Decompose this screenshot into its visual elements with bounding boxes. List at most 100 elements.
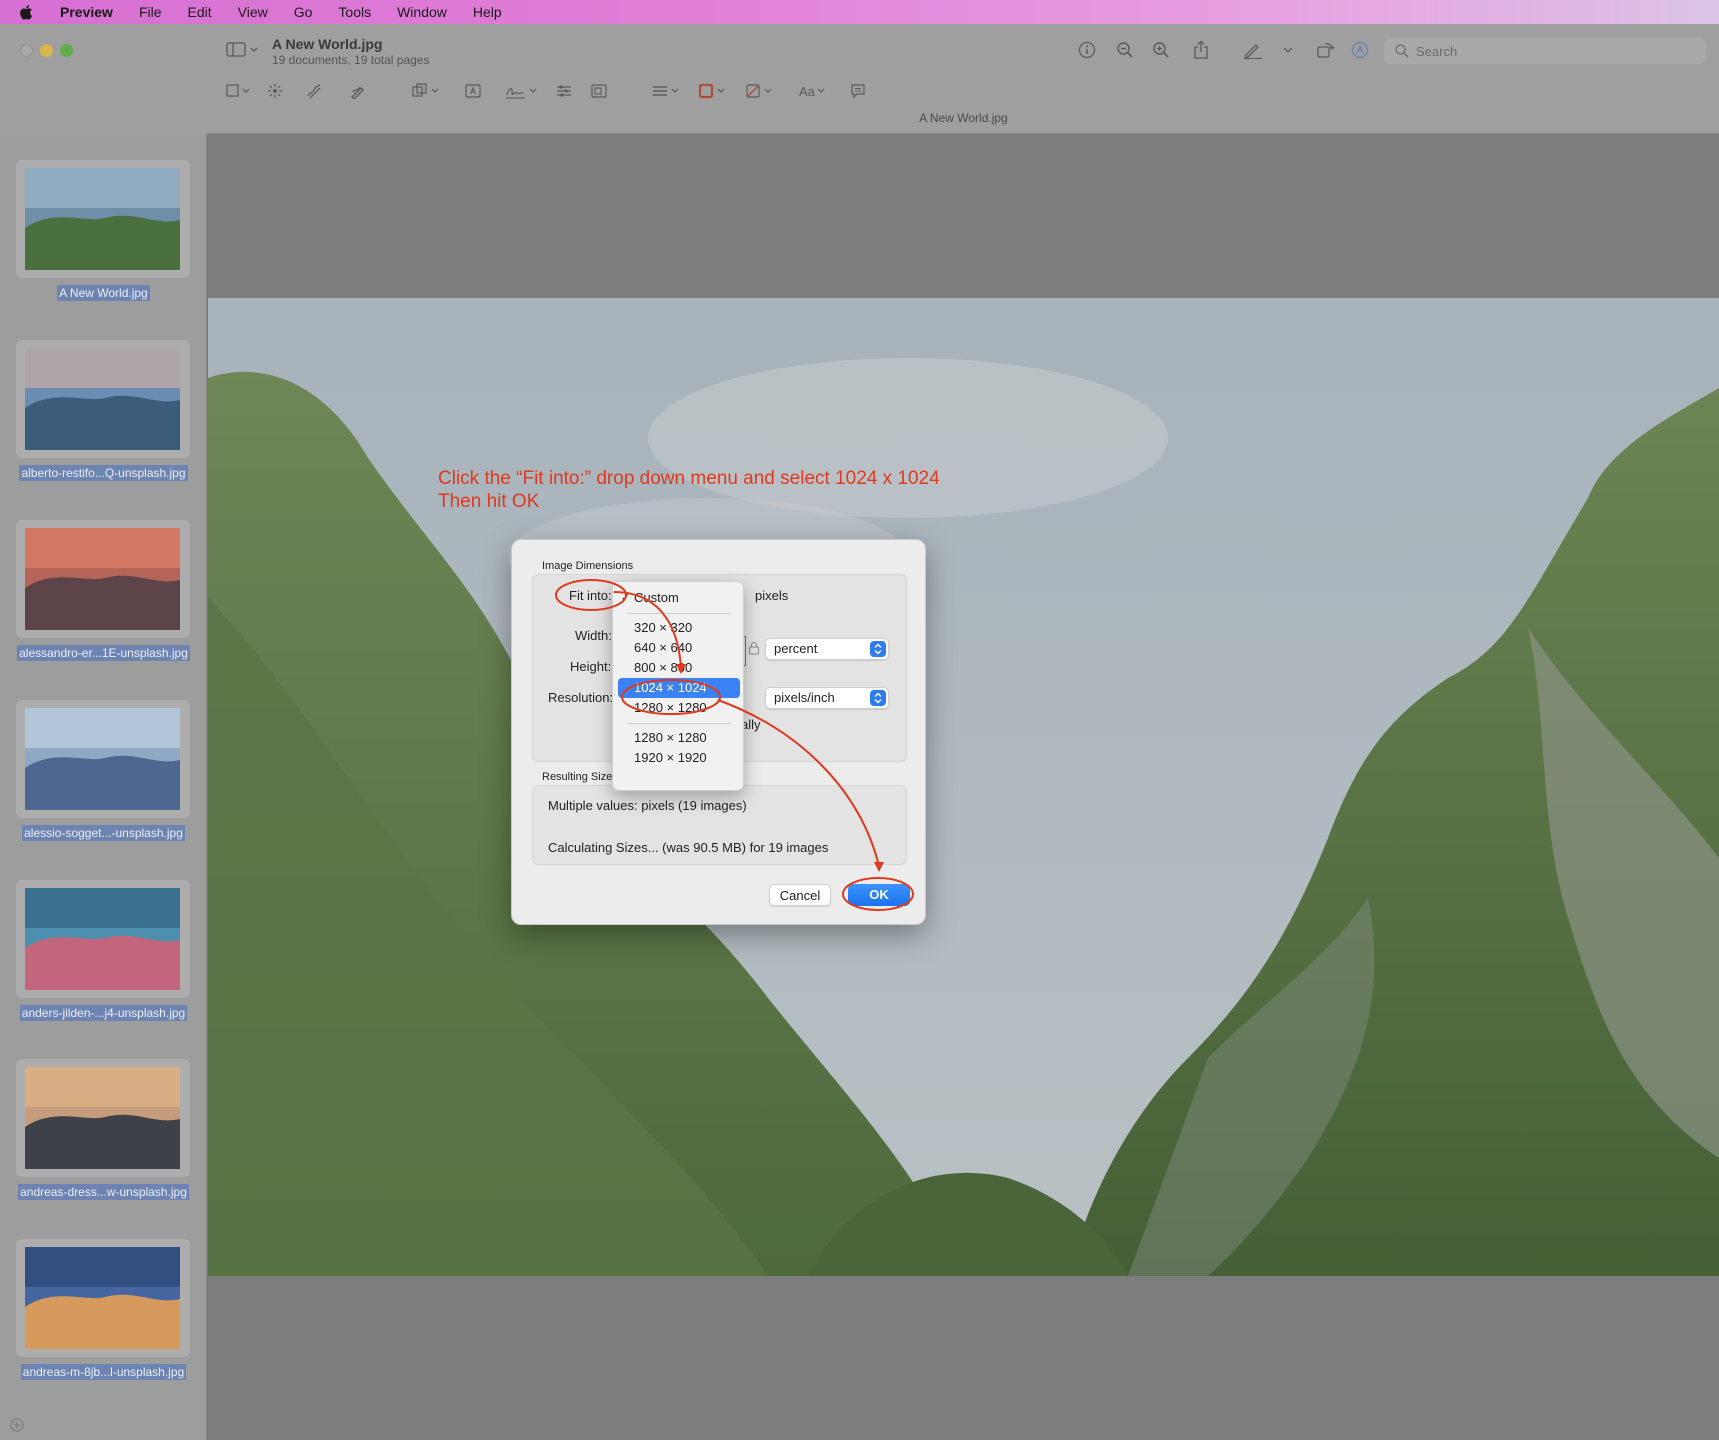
selection-tool-icon[interactable] bbox=[226, 83, 254, 99]
image-filename-label: A New World.jpg bbox=[919, 111, 1008, 125]
minimize-window-button[interactable] bbox=[40, 44, 53, 57]
fit-menu-item-1920[interactable]: 1920 × 1920 bbox=[618, 748, 740, 768]
close-window-button[interactable] bbox=[20, 44, 33, 57]
zoom-in-icon[interactable] bbox=[1152, 41, 1170, 59]
fit-menu-item-custom[interactable]: ✓ Custom bbox=[618, 588, 740, 608]
sketch-tool-icon[interactable] bbox=[306, 83, 322, 99]
zoom-window-button[interactable] bbox=[60, 44, 73, 57]
instruction-line-1: Click the “Fit into:” drop down menu and… bbox=[438, 468, 940, 489]
search-input[interactable]: Search bbox=[1384, 38, 1706, 64]
thumbnail-frame bbox=[16, 160, 190, 278]
document-title: A New World.jpg bbox=[272, 36, 383, 52]
resulting-size-title: Resulting Size bbox=[542, 771, 613, 783]
annotation-instruction: Click the “Fit into:” drop down menu and… bbox=[438, 467, 940, 513]
border-color-icon[interactable] bbox=[699, 83, 729, 99]
markup-pen-icon[interactable] bbox=[1243, 41, 1263, 59]
annotate-note-icon[interactable] bbox=[850, 83, 866, 99]
thumbnail-image bbox=[25, 348, 180, 450]
sidebar-thumbnail[interactable]: alessio-sogget...-unsplash.jpg bbox=[0, 700, 207, 850]
calculating-sizes-text: Calculating Sizes... (was 90.5 MB) for 1… bbox=[548, 840, 829, 855]
svg-text:Aa: Aa bbox=[799, 84, 816, 99]
thumbnail-image bbox=[25, 888, 180, 990]
checkmark-icon: ✓ bbox=[621, 592, 631, 604]
menu-file[interactable]: File bbox=[126, 4, 175, 20]
sidebar-thumbnail[interactable]: alessandro-er...1E-unsplash.jpg bbox=[0, 520, 207, 670]
sidebar-toggle-icon[interactable] bbox=[226, 42, 260, 58]
add-page-icon[interactable] bbox=[10, 1418, 24, 1432]
thumbnail-frame bbox=[16, 1059, 190, 1177]
thumbnail-filename: alessandro-er...1E-unsplash.jpg bbox=[17, 645, 190, 661]
cancel-button[interactable]: Cancel bbox=[769, 884, 831, 906]
thumbnail-label: A New World.jpg bbox=[0, 285, 207, 301]
menu-edit[interactable]: Edit bbox=[175, 4, 225, 20]
thumbnail-frame bbox=[16, 700, 190, 818]
thumbnail-label: alessio-sogget...-unsplash.jpg bbox=[0, 825, 207, 841]
resolution-label: Resolution: bbox=[548, 690, 614, 705]
menu-bar: Preview File Edit View Go Tools Window H… bbox=[0, 0, 1719, 24]
shape-style-icon[interactable] bbox=[652, 83, 682, 99]
menu-separator bbox=[627, 613, 731, 614]
fit-menu-item-custom-label: Custom bbox=[634, 590, 679, 605]
share-icon[interactable] bbox=[1193, 40, 1209, 60]
thumbnail-label: andreas-m-8jb...l-unsplash.jpg bbox=[0, 1364, 207, 1380]
fit-menu-item-640[interactable]: 640 × 640 bbox=[618, 638, 740, 658]
search-icon bbox=[1395, 44, 1409, 58]
thumbnail-label: anders-jilden-...j4-unsplash.jpg bbox=[0, 1005, 207, 1021]
sidebar-thumbnail[interactable]: A New World.jpg bbox=[0, 160, 207, 310]
adjust-size-icon[interactable] bbox=[591, 83, 607, 99]
fit-into-label: Fit into: bbox=[569, 588, 612, 603]
sidebar-thumbnail[interactable]: andreas-dress...w-unsplash.jpg bbox=[0, 1059, 207, 1209]
thumbnail-sidebar[interactable]: A New World.jpg alberto-restifo...Q-unspl… bbox=[0, 134, 207, 1440]
menu-window[interactable]: Window bbox=[384, 4, 460, 20]
sign-tool-icon[interactable] bbox=[505, 83, 539, 101]
thumbnail-filename: alberto-restifo...Q-unsplash.jpg bbox=[19, 465, 188, 481]
text-style-icon[interactable]: Aa bbox=[798, 83, 828, 99]
resulting-values-text: Multiple values: pixels (19 images) bbox=[548, 798, 747, 813]
rotate-icon[interactable] bbox=[1316, 41, 1334, 59]
thumbnail-label: alessandro-er...1E-unsplash.jpg bbox=[0, 645, 207, 661]
thumbnail-image bbox=[25, 168, 180, 270]
fit-menu-item-1280-alt[interactable]: 1280 × 1280 bbox=[618, 728, 740, 748]
shapes-tool-icon[interactable] bbox=[412, 83, 442, 99]
sidebar-thumbnail[interactable]: andreas-m-8jb...l-unsplash.jpg bbox=[0, 1239, 207, 1389]
select-chevron-icon bbox=[870, 690, 886, 706]
menu-go[interactable]: Go bbox=[281, 4, 326, 20]
annotate-circle-icon[interactable] bbox=[1351, 41, 1369, 59]
menu-tools[interactable]: Tools bbox=[325, 4, 384, 20]
sidebar-thumbnail[interactable]: alberto-restifo...Q-unsplash.jpg bbox=[0, 340, 207, 490]
thumbnail-image bbox=[25, 1067, 180, 1169]
fit-menu-item-1280[interactable]: 1280 × 1280 bbox=[618, 698, 740, 718]
instruction-line-2: Then hit OK bbox=[438, 491, 540, 512]
thumbnail-filename: andreas-dress...w-unsplash.jpg bbox=[18, 1184, 189, 1200]
search-placeholder: Search bbox=[1416, 43, 1458, 59]
markup-chevron-down-icon[interactable] bbox=[1283, 46, 1293, 54]
menu-help[interactable]: Help bbox=[460, 4, 515, 20]
width-label: Width: bbox=[575, 628, 612, 643]
ok-button[interactable]: OK bbox=[848, 884, 910, 906]
fit-menu-item-800[interactable]: 800 × 800 bbox=[618, 658, 740, 678]
sidebar-thumbnail[interactable]: anders-jilden-...j4-unsplash.jpg bbox=[0, 880, 207, 1030]
menu-view[interactable]: View bbox=[225, 4, 281, 20]
adjust-color-icon[interactable] bbox=[556, 83, 572, 99]
lock-icon[interactable] bbox=[748, 641, 760, 655]
draw-tool-icon[interactable] bbox=[350, 83, 366, 99]
fit-menu-item-1024[interactable]: 1024 × 1024 bbox=[618, 678, 740, 698]
pixels-label: pixels bbox=[755, 588, 789, 603]
thumbnail-filename: andreas-m-8jb...l-unsplash.jpg bbox=[20, 1364, 187, 1380]
resolution-unit-select[interactable]: pixels/inch bbox=[765, 687, 889, 709]
width-unit-value: percent bbox=[774, 641, 818, 656]
fit-menu-item-320[interactable]: 320 × 320 bbox=[618, 618, 740, 638]
text-tool-icon[interactable] bbox=[465, 83, 481, 99]
thumbnail-frame bbox=[16, 340, 190, 458]
instant-alpha-icon[interactable] bbox=[267, 83, 283, 99]
fill-color-icon[interactable] bbox=[746, 83, 776, 99]
zoom-out-icon[interactable] bbox=[1116, 41, 1134, 59]
resolution-unit-value: pixels/inch bbox=[774, 690, 835, 705]
document-subtitle: 19 documents, 19 total pages bbox=[272, 53, 430, 67]
apple-icon[interactable] bbox=[18, 3, 36, 21]
fit-into-dropdown-menu[interactable]: ✓ Custom 320 × 320 640 × 640 800 × 800 1… bbox=[612, 581, 744, 791]
menu-app-preview[interactable]: Preview bbox=[52, 4, 126, 20]
width-unit-select[interactable]: percent bbox=[765, 638, 889, 660]
info-icon[interactable] bbox=[1078, 41, 1096, 59]
thumbnail-filename: anders-jilden-...j4-unsplash.jpg bbox=[19, 1005, 188, 1021]
